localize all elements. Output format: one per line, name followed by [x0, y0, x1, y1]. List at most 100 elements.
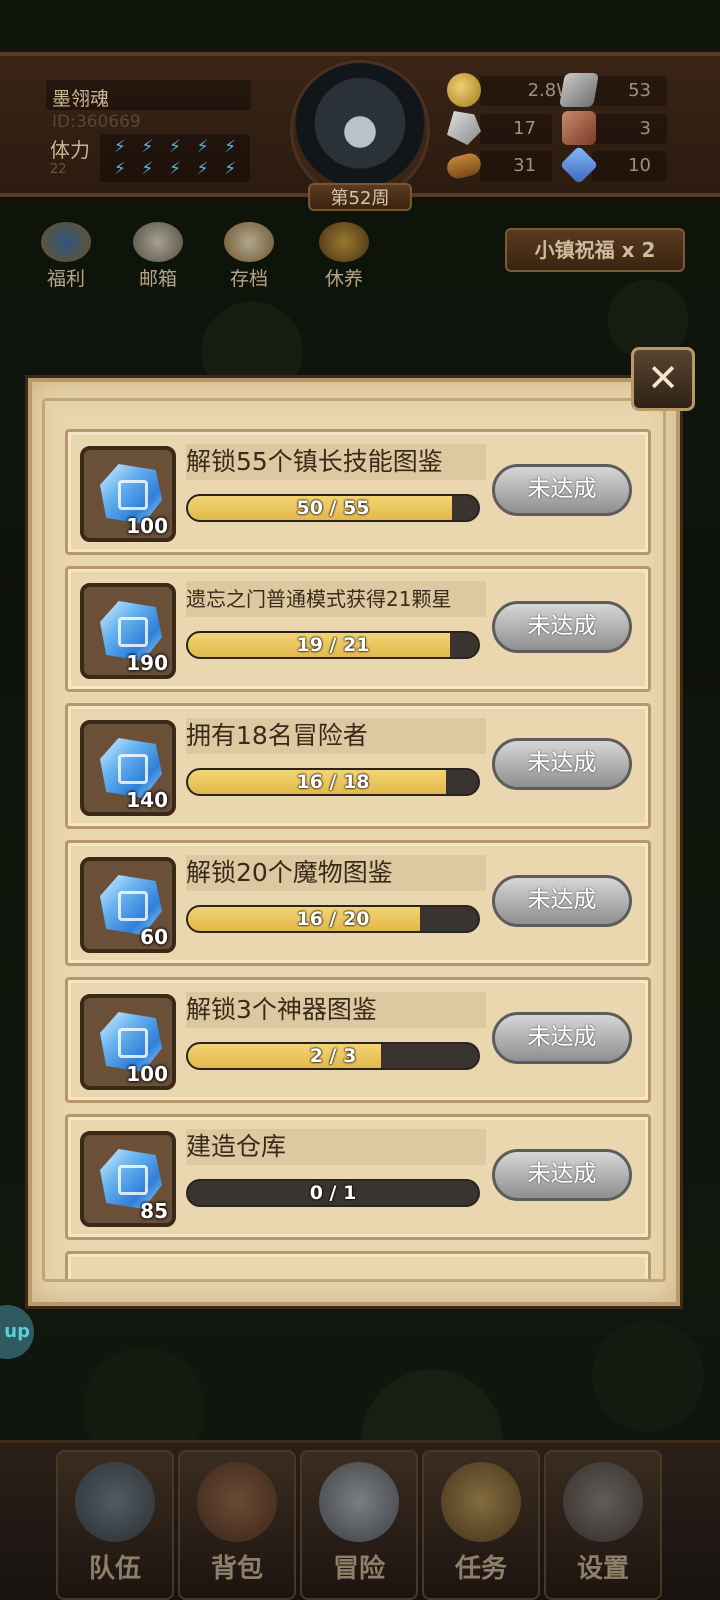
claim-button[interactable]: 未达成	[492, 738, 632, 790]
player-name: 墨翎魂	[46, 80, 251, 110]
helmet-icon	[75, 1462, 155, 1542]
resource-value: 31	[513, 155, 536, 176]
lightning-icon: ⚡	[113, 159, 126, 179]
gear-icon	[563, 1462, 643, 1542]
resource-value: 3	[639, 118, 651, 139]
resource-wood[interactable]: 31	[480, 151, 552, 181]
lightning-icon: ⚡	[141, 159, 154, 179]
claim-button[interactable]: 未达成	[492, 875, 632, 927]
avatar-portrait	[330, 90, 390, 160]
claim-button[interactable]: 未达成	[492, 1149, 632, 1201]
backpack-icon	[197, 1462, 277, 1542]
stamina-value: 22	[50, 162, 67, 177]
crossed-swords-icon	[319, 1462, 399, 1542]
progress-bar: 19 / 21	[186, 631, 480, 659]
quick-rest[interactable]: 休养	[314, 222, 374, 291]
task-list[interactable]: 100 解锁55个镇长技能图鉴 50 / 55 未达成 190 遗忘之门普通模式…	[42, 398, 666, 1282]
progress-text: 16 / 20	[296, 908, 370, 930]
task-title: 拥有18名冒险者	[186, 718, 486, 754]
nav-quest[interactable]: 任务	[422, 1450, 540, 1600]
reward-count: 100	[126, 514, 168, 538]
lightning-icon: ⚡	[224, 159, 237, 179]
quick-save[interactable]: 存档	[219, 222, 279, 291]
nav-adventure[interactable]: 冒险	[300, 1450, 418, 1600]
stamina-bolts: ⚡ ⚡ ⚡ ⚡ ⚡ ⚡ ⚡ ⚡ ⚡ ⚡	[100, 134, 250, 182]
nav-label: 队伍	[88, 1554, 141, 1584]
quick-welfare[interactable]: 福利	[36, 222, 96, 291]
stamina-label: 体力	[50, 138, 90, 162]
welfare-shield-icon	[41, 222, 91, 262]
progress-bar: 2 / 3	[186, 1042, 480, 1070]
claim-button[interactable]: 未达成	[492, 601, 632, 653]
reward-slot[interactable]: 85	[80, 1131, 176, 1227]
reward-slot[interactable]: 190	[80, 583, 176, 679]
progress-text: 2 / 3	[309, 1045, 357, 1067]
mailbox-icon	[133, 222, 183, 262]
lightning-icon: ⚡	[169, 137, 181, 157]
resource-value: 53	[628, 80, 651, 101]
task-item: 100 解锁55个镇长技能图鉴 50 / 55 未达成	[65, 429, 651, 555]
reward-count: 100	[126, 1062, 168, 1086]
achievement-panel: 100 解锁55个镇长技能图鉴 50 / 55 未达成 190 遗忘之门普通模式…	[28, 378, 680, 1306]
reward-count: 85	[140, 1199, 168, 1223]
reward-count: 190	[126, 651, 168, 675]
nav-settings[interactable]: 设置	[544, 1450, 662, 1600]
progress-bar: 16 / 20	[186, 905, 480, 933]
nav-label: 背包	[210, 1554, 263, 1584]
progress-text: 0 / 1	[309, 1182, 357, 1204]
lightning-icon: ⚡	[113, 137, 126, 157]
task-item: 85 建造仓库 0 / 1 未达成	[65, 1114, 651, 1240]
task-title: 遗忘之门普通模式获得21颗星	[186, 581, 486, 617]
nav-team[interactable]: 队伍	[56, 1450, 174, 1600]
quick-label: 休养	[324, 268, 363, 290]
gold-coin-icon	[447, 73, 481, 107]
task-item: 60 解锁20个魔物图鉴 16 / 20 未达成	[65, 840, 651, 966]
nav-label: 冒险	[332, 1554, 385, 1584]
task-item: 100 解锁3个神器图鉴 2 / 3 未达成	[65, 977, 651, 1103]
scroll-paper-icon	[562, 111, 596, 145]
progress-bar: 50 / 55	[186, 494, 480, 522]
save-scroll-icon	[224, 222, 274, 262]
task-title: 建造仓库	[186, 1129, 486, 1165]
quick-label: 福利	[46, 268, 85, 290]
reward-slot[interactable]: 140	[80, 720, 176, 816]
resource-ore[interactable]: 17	[480, 114, 552, 144]
close-icon[interactable]: ✕	[631, 347, 695, 411]
nav-label: 任务	[454, 1554, 507, 1584]
progress-bar: 16 / 18	[186, 768, 480, 796]
resource-value: 17	[513, 118, 536, 139]
rest-chest-icon	[319, 222, 369, 262]
reward-slot[interactable]: 100	[80, 994, 176, 1090]
nav-label: 设置	[576, 1554, 629, 1584]
town-blessing-badge[interactable]: 小镇祝福 x 2	[505, 228, 685, 272]
progress-text: 16 / 18	[296, 771, 370, 793]
reward-slot[interactable]: 100	[80, 446, 176, 542]
task-title: 解锁55个镇长技能图鉴	[186, 444, 486, 480]
lightning-icon: ⚡	[141, 137, 154, 157]
resource-stone[interactable]: 53	[592, 76, 667, 106]
resource-scroll[interactable]: 3	[592, 114, 667, 144]
lightning-icon: ⚡	[224, 137, 237, 157]
claim-button[interactable]: 未达成	[492, 1012, 632, 1064]
quick-label: 邮箱	[138, 268, 177, 290]
resource-value: 10	[628, 155, 651, 176]
task-item: 190 遗忘之门普通模式获得21颗星 19 / 21 未达成	[65, 566, 651, 692]
reward-count: 140	[126, 788, 168, 812]
nav-backpack[interactable]: 背包	[178, 1450, 296, 1600]
task-title: 解锁20个魔物图鉴	[186, 855, 486, 891]
progress-text: 50 / 55	[296, 497, 370, 519]
progress-text: 19 / 21	[296, 634, 370, 656]
quick-label: 存档	[229, 268, 268, 290]
resource-cube[interactable]: 10	[592, 151, 667, 181]
reward-slot[interactable]: 60	[80, 857, 176, 953]
week-badge: 第52周	[308, 183, 412, 211]
player-id: ID:360669	[52, 112, 141, 132]
quest-scroll-icon	[441, 1462, 521, 1542]
lightning-icon: ⚡	[169, 159, 181, 179]
lightning-icon: ⚡	[196, 137, 209, 157]
claim-button[interactable]: 未达成	[492, 464, 632, 516]
lightning-icon: ⚡	[196, 159, 209, 179]
quick-mailbox[interactable]: 邮箱	[128, 222, 188, 291]
task-item: 140 拥有18名冒险者 16 / 18 未达成	[65, 703, 651, 829]
task-title: 解锁3个神器图鉴	[186, 992, 486, 1028]
